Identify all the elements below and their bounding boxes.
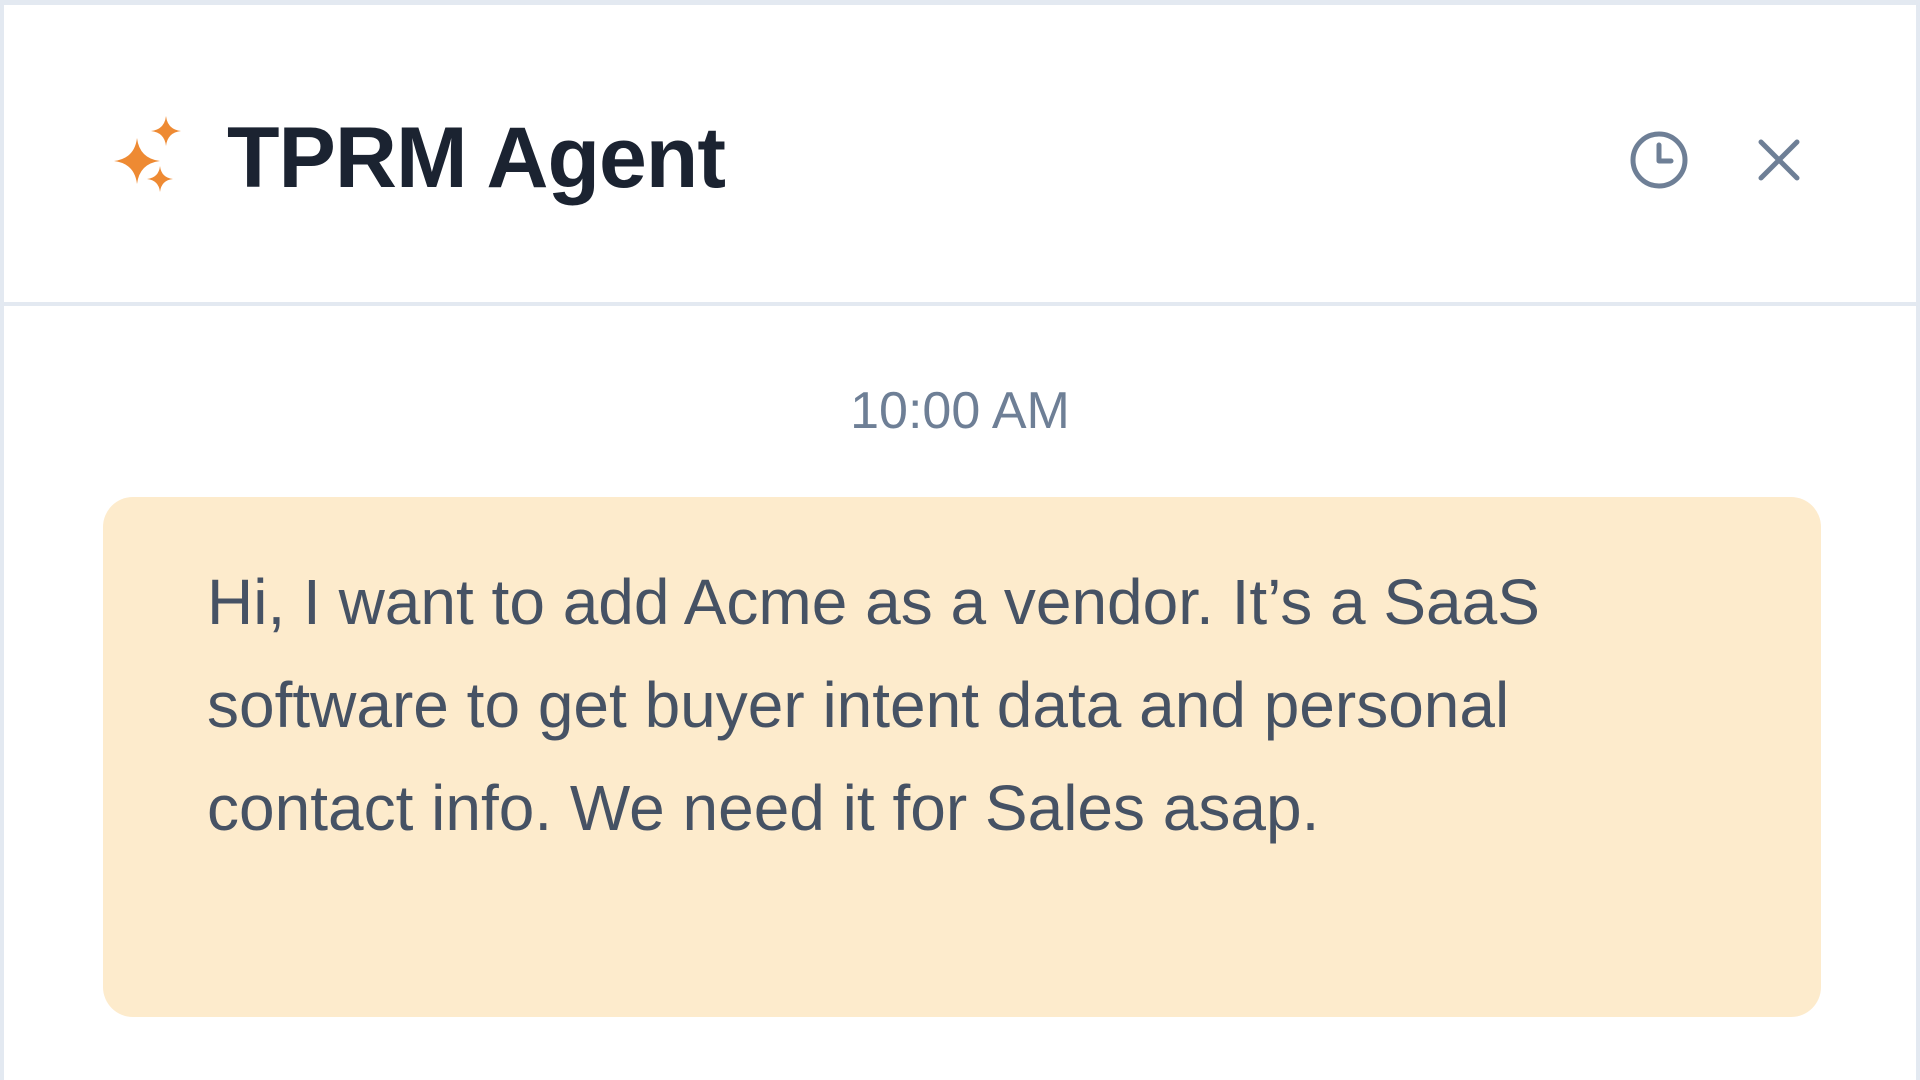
sparkle-icon [114,115,181,192]
message-text: Hi, I want to add Acme as a vendor. It’s… [207,566,1540,844]
chat-header: TPRM Agent [4,5,1916,306]
user-message-bubble: Hi, I want to add Acme as a vendor. It’s… [103,497,1821,1017]
message-timestamp: 10:00 AM [850,382,1070,440]
close-icon [1758,139,1800,181]
close-button[interactable] [1744,125,1814,195]
header-brand: TPRM Agent [107,109,726,206]
history-button[interactable] [1624,125,1694,195]
header-actions [1624,125,1814,195]
agent-chat-panel: TPRM Agent 10:00 AM Hi, I want to add Ac… [0,0,1920,1080]
page-title: TPRM Agent [227,109,726,206]
clock-icon [1630,131,1688,189]
